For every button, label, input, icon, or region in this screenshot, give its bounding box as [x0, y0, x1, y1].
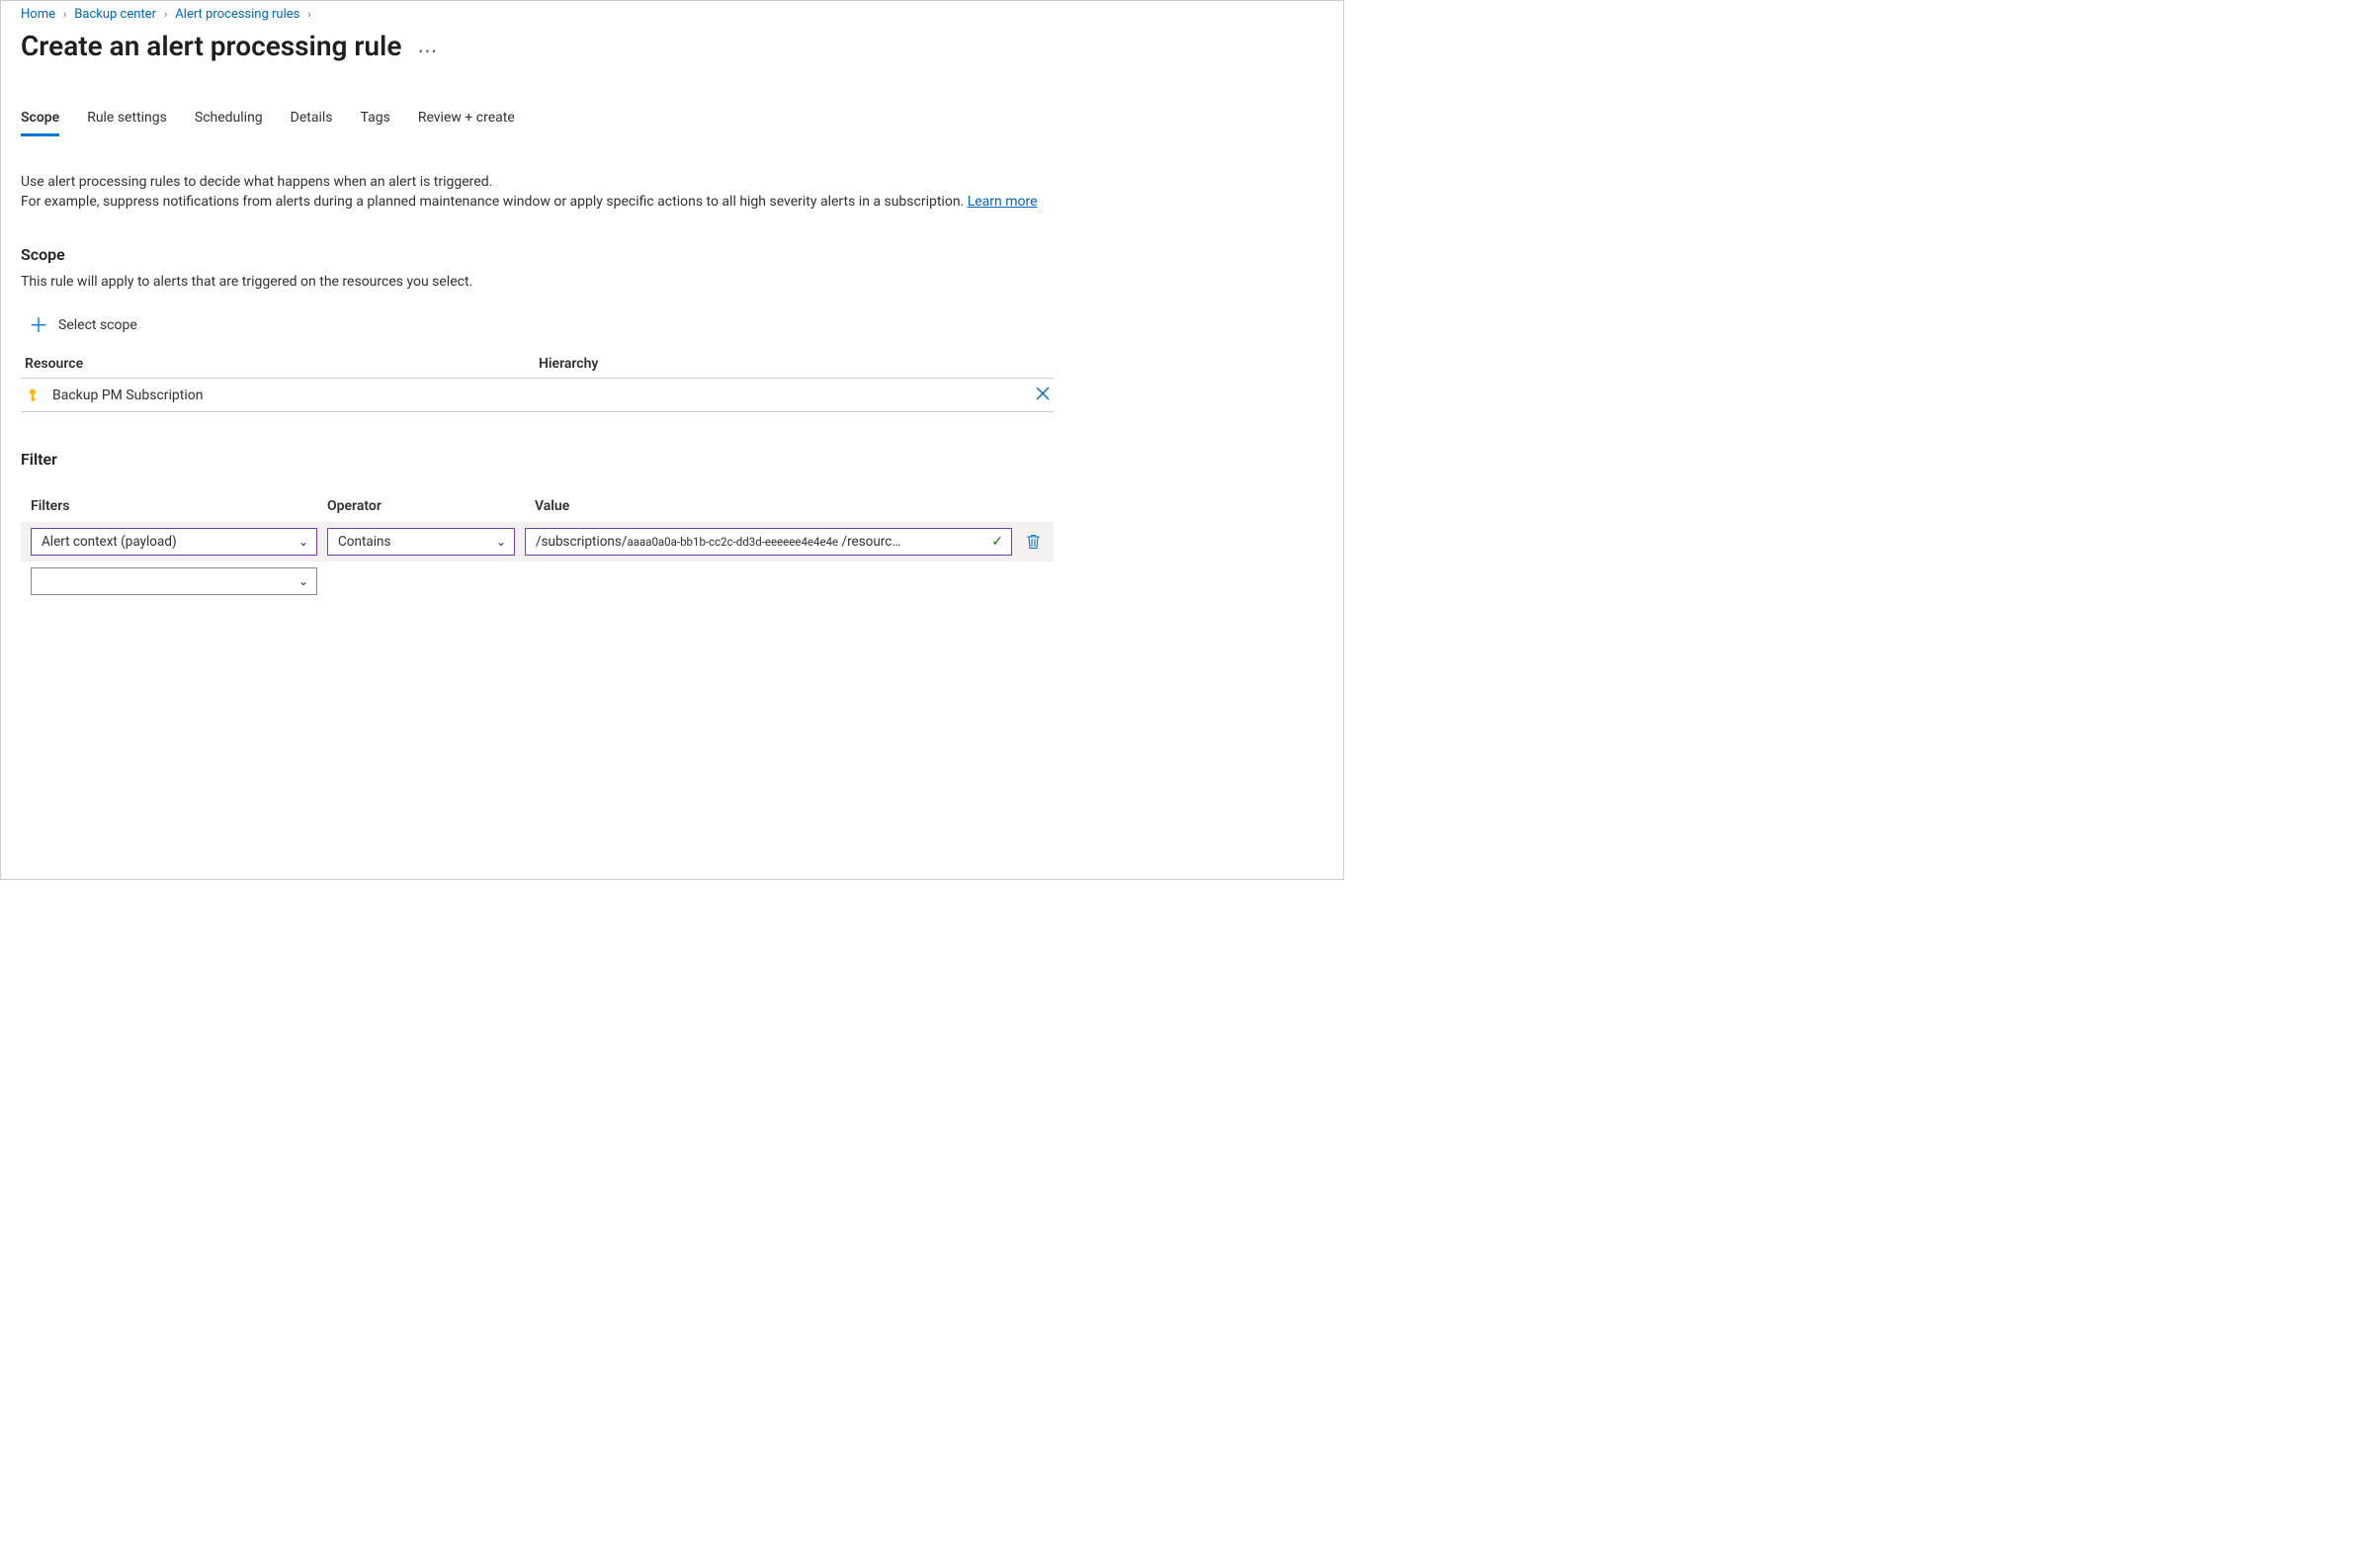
filter-value-input[interactable]: /subscriptions/aaaa0a0a-bb1b-cc2c-dd3d-e… [525, 528, 1012, 556]
col-filters-header: Filters [31, 498, 317, 514]
tab-rule-settings[interactable]: Rule settings [87, 110, 167, 136]
tabs: Scope Rule settings Scheduling Details T… [21, 110, 1323, 136]
check-icon: ✓ [991, 534, 1003, 550]
filter-table-header: Filters Operator Value [21, 498, 1054, 522]
remove-scope-button[interactable] [1036, 387, 1050, 403]
filter-type-select[interactable]: Alert context (payload) ⌄ [31, 528, 317, 556]
filter-heading: Filter [21, 450, 1323, 469]
page-title: Create an alert processing rule [21, 30, 401, 62]
learn-more-link[interactable]: Learn more [968, 194, 1038, 210]
breadcrumb-backup-center[interactable]: Backup center [74, 7, 156, 22]
chevron-right-icon: › [164, 8, 167, 21]
select-scope-button[interactable]: ＋ Select scope [29, 315, 137, 335]
filter-value-text: /subscriptions/aaaa0a0a-bb1b-cc2c-dd3d-e… [536, 534, 983, 550]
filter-operator-value: Contains [338, 534, 390, 550]
description-line1: Use alert processing rules to decide wha… [21, 174, 492, 190]
filter-row-empty: ⌄ [21, 562, 1054, 601]
plus-icon: ＋ [29, 315, 48, 335]
delete-filter-button[interactable] [1022, 534, 1044, 550]
subscription-key-icon [25, 388, 41, 403]
col-hierarchy-header: Hierarchy [539, 356, 1010, 372]
filter-type-value: Alert context (payload) [42, 534, 177, 550]
scope-heading: Scope [21, 245, 1323, 264]
filter-table: Filters Operator Value Alert context (pa… [21, 498, 1054, 601]
breadcrumb-home[interactable]: Home [21, 7, 55, 22]
add-filter-select[interactable]: ⌄ [31, 567, 317, 595]
col-resource-header: Resource [25, 356, 539, 372]
tab-details[interactable]: Details [291, 110, 333, 136]
scope-subtext: This rule will apply to alerts that are … [21, 274, 1323, 290]
chevron-right-icon: › [307, 8, 310, 21]
chevron-down-icon: ⌄ [298, 535, 308, 549]
resource-name: Backup PM Subscription [52, 388, 204, 403]
select-scope-label: Select scope [58, 317, 137, 333]
chevron-down-icon: ⌄ [496, 535, 506, 549]
description-text: Use alert processing rules to decide wha… [21, 172, 1049, 212]
tab-tags[interactable]: Tags [361, 110, 390, 136]
filter-row: Alert context (payload) ⌄ Contains ⌄ /su… [21, 522, 1054, 562]
breadcrumb-alert-processing-rules[interactable]: Alert processing rules [175, 7, 299, 22]
chevron-right-icon: › [63, 8, 66, 21]
more-icon[interactable]: ⋯ [417, 41, 438, 60]
filter-operator-select[interactable]: Contains ⌄ [327, 528, 515, 556]
scope-table: Resource Hierarchy Backup PM Subscriptio… [21, 350, 1054, 412]
tab-scope[interactable]: Scope [21, 110, 59, 136]
description-line2: For example, suppress notifications from… [21, 194, 968, 210]
page-root: Home › Backup center › Alert processing … [0, 0, 1344, 880]
title-row: Create an alert processing rule ⋯ [21, 30, 1323, 62]
col-value-header: Value [535, 498, 1044, 514]
breadcrumb: Home › Backup center › Alert processing … [21, 1, 1323, 26]
scope-table-header: Resource Hierarchy [21, 350, 1054, 379]
col-operator-header: Operator [327, 498, 525, 514]
tab-scheduling[interactable]: Scheduling [195, 110, 263, 136]
chevron-down-icon: ⌄ [298, 574, 308, 588]
table-row: Backup PM Subscription [21, 379, 1054, 412]
tab-review-create[interactable]: Review + create [418, 110, 515, 136]
